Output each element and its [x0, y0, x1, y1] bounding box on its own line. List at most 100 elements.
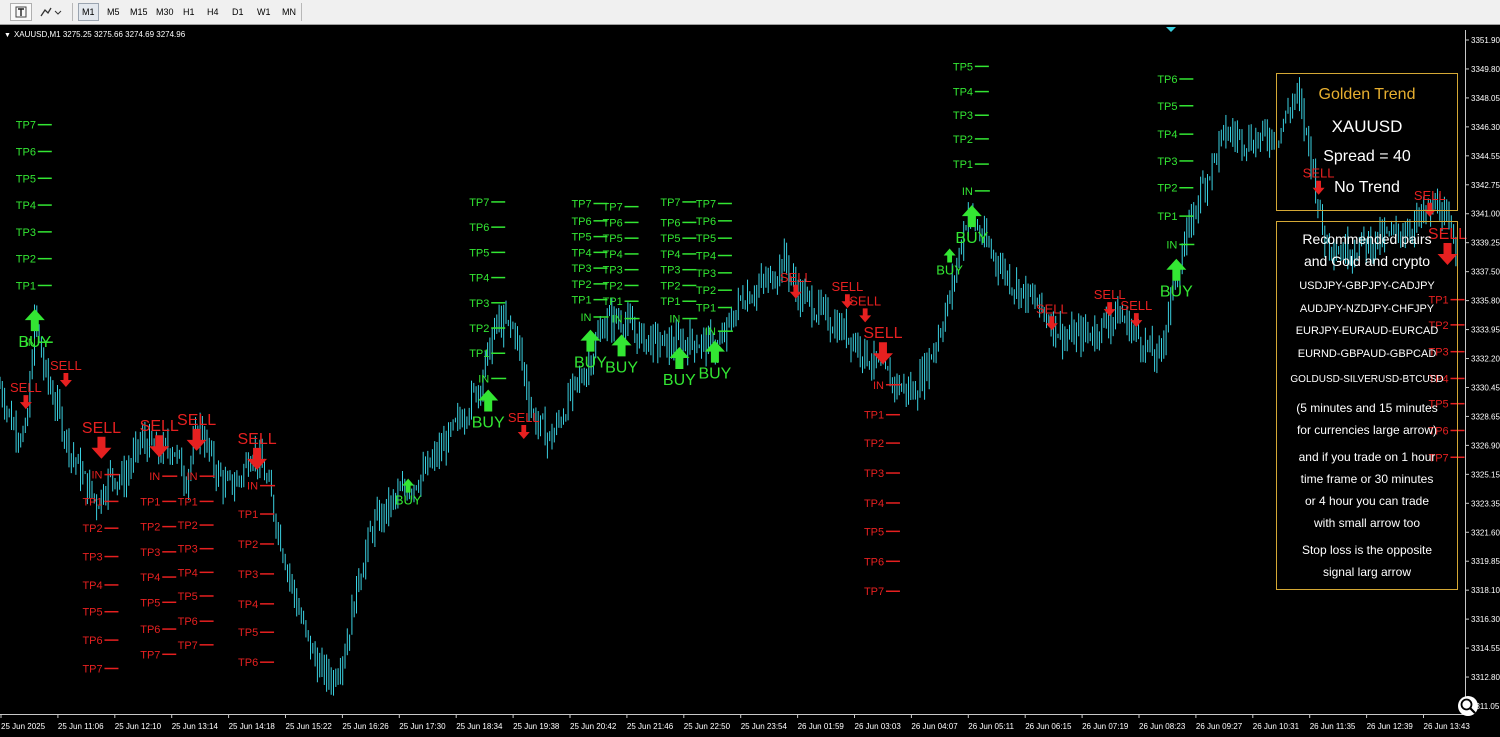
tp-label: TP1	[953, 159, 973, 171]
buy-label: BUY	[698, 366, 731, 383]
time-tick-label: 26 Jun 11:35	[1310, 722, 1356, 731]
tp-label: TP2	[140, 522, 160, 534]
tp-label: TP1	[82, 496, 102, 508]
price-tick-label: 3326.90	[1471, 441, 1500, 450]
timeframe-button-w1[interactable]: W1	[253, 3, 275, 21]
tp-label: TP3	[864, 468, 884, 480]
price-tick-label: 3337.50	[1471, 268, 1500, 277]
price-tick-label: 3325.15	[1471, 470, 1500, 479]
price-tick-label: 3349.80	[1471, 65, 1500, 74]
text-tool-icon[interactable]	[10, 3, 32, 21]
timeframe-button-d1[interactable]: D1	[228, 3, 248, 21]
tp-label: TP3	[571, 263, 591, 275]
rec-heading-1: Recommended pairs	[1302, 231, 1432, 247]
sell-signal: SELL	[50, 358, 82, 388]
panel-spread: Spread = 40	[1323, 148, 1411, 165]
timeframe-button-mn[interactable]: MN	[278, 3, 300, 21]
buy-label: BUY	[1160, 284, 1193, 301]
buy-label: BUY	[955, 230, 988, 247]
tp-label: TP6	[660, 217, 680, 229]
buy-arrow-icon	[580, 329, 601, 352]
timeframe-button-m30[interactable]: M30	[152, 3, 178, 21]
sell-label: SELL	[50, 358, 82, 373]
toolbar: M1 M5 M15 M30 H1 H4 D1 W1 MN	[0, 0, 1500, 25]
rec-pair-line: AUDJPY-NZDJPY-CHFJPY	[1299, 303, 1435, 315]
price-tick-label: 3344.55	[1471, 152, 1500, 161]
tp-label: TP3	[238, 569, 258, 581]
buy-signal: BUY IN TP1 TP2 TP3 TP4 TP5 TP6	[1157, 74, 1195, 301]
time-tick-label: 25 Jun 22:50	[684, 722, 731, 731]
tp-label: TP5	[178, 591, 198, 603]
tp-label: TP4	[16, 200, 36, 212]
price-axis: 3351.90 3349.80 3348.05 3346.30 3344.55 3342.…	[1465, 36, 1500, 711]
price-tick-label: 3335.80	[1471, 297, 1500, 306]
timeframe-button-m1[interactable]: M1	[78, 3, 99, 21]
tp-label: TP2	[603, 280, 623, 292]
tp-label: TP3	[660, 265, 680, 277]
rec-note-line: with small arrow too	[1313, 516, 1421, 530]
shapes-tool-icon[interactable]	[38, 3, 64, 21]
tp-label: TP4	[238, 599, 258, 611]
tp-label: TP5	[82, 607, 102, 619]
tp-label: TP1	[864, 410, 884, 422]
price-tick-label: 3312.80	[1471, 673, 1500, 682]
price-tick-label: 3341.00	[1471, 210, 1500, 219]
timeframe-button-h1[interactable]: H1	[179, 3, 199, 21]
sell-label: SELL	[863, 325, 902, 342]
dropdown-triangle-icon[interactable]: ▼	[4, 32, 11, 39]
tp-label: TP7	[696, 199, 716, 211]
tp-label: TP2	[696, 285, 716, 297]
price-tick-label: 3318.10	[1471, 586, 1500, 595]
entry-label: IN	[580, 312, 591, 324]
buy-arrow-icon	[961, 205, 982, 228]
rec-pair-line: EURND-GBPAUD-GBPCAD	[1297, 348, 1437, 360]
candle-series	[0, 77, 1457, 696]
tp-label: TP6	[603, 217, 623, 229]
tp-label: TP5	[603, 233, 623, 245]
sell-label: SELL	[831, 279, 863, 294]
timeframe-button-m15[interactable]: M15	[126, 3, 152, 21]
time-tick-label: 26 Jun 13:43	[1424, 722, 1471, 731]
price-chart[interactable]: BUYINTP1TP2TP3TP4TP5TP6TP7SELLSELLSELLIN…	[0, 26, 1500, 737]
sell-label: SELL	[237, 431, 276, 448]
panel-title: Golden Trend	[1318, 86, 1416, 103]
price-tick-label: 3351.90	[1471, 36, 1500, 45]
time-tick-label: 25 Jun 23:54	[741, 722, 788, 731]
entry-label: IN	[705, 326, 716, 338]
tp-label: TP5	[696, 233, 716, 245]
sell-signal: SELL	[849, 293, 881, 323]
buy-arrow-icon	[478, 389, 499, 412]
entry-label: IN	[669, 314, 680, 326]
tp-label: TP1	[16, 280, 36, 292]
tp-label: TP3	[16, 227, 36, 239]
timeframe-button-h4[interactable]: H4	[203, 3, 223, 21]
price-tick-label: 3330.45	[1471, 383, 1500, 392]
tp-label: TP4	[603, 249, 623, 261]
panel-trend: No Trend	[1334, 179, 1400, 196]
tp-label: TP1	[1157, 211, 1177, 223]
time-axis: 25 Jun 2025 25 Jun 11:06 25 Jun 12:10 25 Ju…	[0, 714, 1471, 731]
timeframe-button-m5[interactable]: M5	[103, 3, 124, 21]
sell-signal: SELL IN TP1 TP2 TP3 TP4 TP5 TP6 TP7	[82, 420, 121, 676]
signal-layer: BUYINTP1TP2TP3TP4TP5TP6TP7SELLSELLSELLIN…	[10, 61, 1467, 675]
sell-label: SELL	[508, 410, 540, 425]
zoom-icon[interactable]	[1458, 696, 1478, 716]
tp-label: TP6	[238, 657, 258, 669]
tp-label: TP2	[1157, 183, 1177, 195]
tp-label: TP3	[603, 265, 623, 277]
sell-label: SELL	[1120, 298, 1152, 313]
tp-label: TP1	[140, 496, 160, 508]
sell-arrow-icon	[91, 436, 112, 459]
buy-label: BUY	[605, 359, 638, 376]
tp-label: TP1	[178, 496, 198, 508]
time-tick-label: 26 Jun 03:03	[855, 722, 902, 731]
entry-label: IN	[1166, 239, 1177, 251]
tp-label: TP3	[469, 298, 489, 310]
time-tick-label: 26 Jun 04:07	[911, 722, 958, 731]
buy-label: BUY	[574, 355, 607, 372]
price-tick-label: 3328.65	[1471, 412, 1500, 421]
rec-pair-line: GOLDUSD-SILVERUSD-BTCUSD	[1290, 374, 1444, 385]
tp-label: TP5	[16, 173, 36, 185]
tp-label: TP5	[571, 232, 591, 244]
tp-label: TP7	[603, 202, 623, 214]
